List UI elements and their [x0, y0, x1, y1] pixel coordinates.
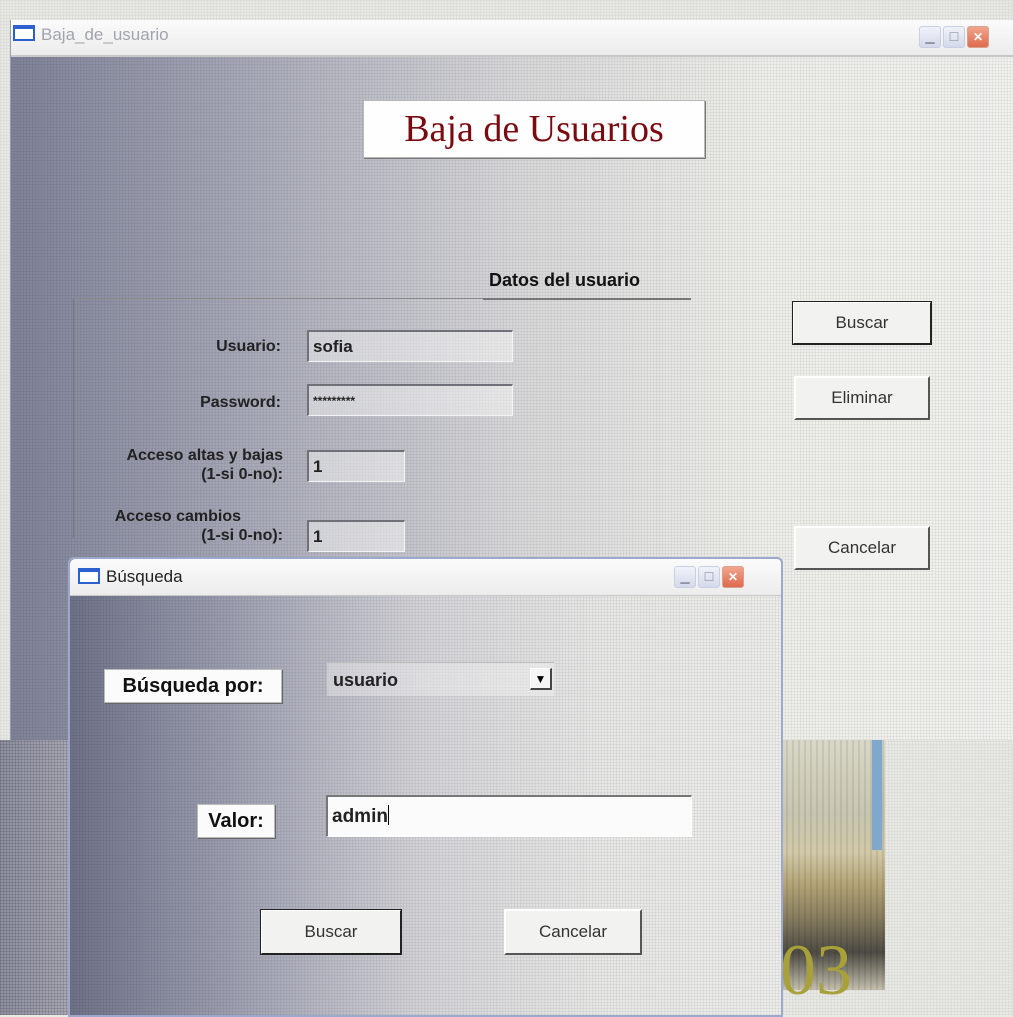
acceso-cambios-field[interactable]: 1: [307, 520, 405, 552]
password-label: Password:: [200, 394, 281, 411]
valor-input-text: admin: [332, 806, 388, 827]
section-title: Datos del usuario: [489, 270, 641, 290]
background-photo: 03: [780, 740, 885, 1006]
buscar-button[interactable]: Buscar: [792, 301, 932, 345]
group-border-top: [73, 298, 483, 299]
main-window-title: Baja_de_usuario: [41, 25, 169, 44]
acceso-altas-field[interactable]: 1: [307, 450, 405, 482]
busqueda-por-label: Búsqueda por:: [104, 669, 282, 703]
close-icon[interactable]: ✕: [967, 26, 989, 48]
acceso-cambios-label-line2: (1-si 0-no):: [201, 527, 283, 544]
password-field[interactable]: *********: [307, 384, 513, 416]
minimize-icon[interactable]: ▁: [674, 566, 696, 588]
busqueda-por-selected: usuario: [333, 670, 399, 690]
section-divider: [483, 298, 691, 300]
acceso-altas-label: Acceso altas y bajas (1-si 0-no):: [71, 446, 283, 484]
minimize-icon[interactable]: ▁: [919, 26, 941, 48]
text-caret: [387, 805, 389, 825]
search-dialog-title: Búsqueda: [106, 567, 183, 586]
usuario-field[interactable]: sofia: [307, 330, 513, 362]
dialog-cancelar-button[interactable]: Cancelar: [504, 909, 642, 955]
group-border-left: [73, 298, 74, 538]
window-app-icon: [78, 568, 100, 584]
page-title: Baja de Usuarios: [363, 100, 705, 158]
acceso-altas-label-line2: (1-si 0-no):: [201, 466, 283, 483]
usuario-label: Usuario:: [216, 338, 281, 355]
background-number: 03: [780, 930, 852, 1010]
chevron-down-icon[interactable]: ▼: [530, 668, 552, 690]
acceso-cambios-label-line1: Acceso cambios: [114, 508, 241, 525]
valor-label: Valor:: [197, 804, 275, 838]
valor-input[interactable]: admin: [326, 795, 692, 837]
eliminar-button[interactable]: Eliminar: [794, 376, 930, 420]
dialog-buscar-button[interactable]: Buscar: [260, 909, 402, 955]
maximize-icon[interactable]: ☐: [943, 26, 965, 48]
search-dialog-titlebar[interactable]: Búsqueda ▁ ☐ ✕: [70, 559, 781, 596]
background-photo-strip: [872, 740, 882, 850]
main-window-titlebar[interactable]: Baja_de_usuario ▁ ☐ ✕: [11, 20, 1013, 57]
acceso-altas-label-line1: Acceso altas y bajas: [126, 447, 283, 464]
window-app-icon: [13, 25, 35, 41]
search-dialog: Búsqueda ▁ ☐ ✕ Búsqueda por: usuario ▼ V…: [68, 557, 783, 1017]
close-icon[interactable]: ✕: [722, 566, 744, 588]
busqueda-por-select[interactable]: usuario ▼: [326, 662, 554, 696]
maximize-icon[interactable]: ☐: [698, 566, 720, 588]
cancelar-button[interactable]: Cancelar: [794, 526, 930, 570]
acceso-cambios-label: Acceso cambios (1-si 0-no):: [71, 507, 283, 545]
